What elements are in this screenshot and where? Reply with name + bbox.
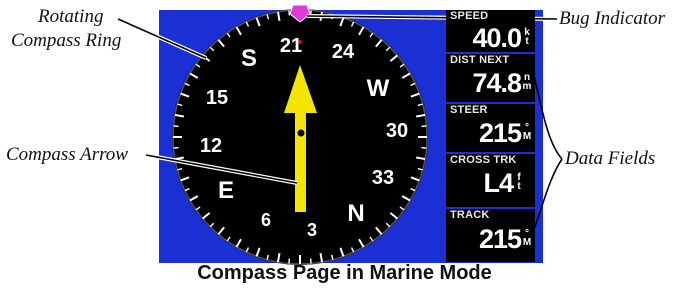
ring-label-30: 30 <box>386 120 408 142</box>
figure: 21 24 W 30 33 N 3 6 E 12 15 S SPEED 40.0… <box>0 0 689 294</box>
callout-rotating-ring-line1: Rotating <box>38 6 104 27</box>
data-field-value: 215 <box>478 224 522 254</box>
data-field-track[interactable]: TRACK 215 ° M <box>446 209 535 262</box>
callout-compass-arrow: Compass Arrow <box>6 144 128 165</box>
ring-label-24: 24 <box>332 41 355 63</box>
data-field-value: 215 <box>478 118 522 148</box>
data-field-label: STEER <box>450 104 488 116</box>
data-field-steer[interactable]: STEER 215 ° M <box>446 104 535 152</box>
data-field-speed[interactable]: SPEED 40.0 kt <box>446 10 535 53</box>
ring-label-33: 33 <box>372 167 394 189</box>
data-field-unit: kt <box>524 27 530 47</box>
ring-label-3: 3 <box>307 220 317 240</box>
ring-label-n: N <box>347 200 364 227</box>
data-field-unit: ft <box>517 172 521 192</box>
callout-rotating-ring-line2: Compass Ring <box>11 30 122 51</box>
data-field-cross-trk[interactable]: CROSS TRK L4 ft <box>446 154 535 207</box>
ring-label-w: W <box>367 75 390 102</box>
data-field-value: L4 <box>483 168 513 198</box>
callout-bug-indicator: Bug Indicator <box>559 8 666 29</box>
compass-center-dot <box>297 129 305 137</box>
ring-label-12: 12 <box>200 135 222 157</box>
data-field-value: 40.0 <box>472 23 522 53</box>
ring-label-15: 15 <box>206 87 228 109</box>
ring-label-21: 21 <box>280 35 302 57</box>
data-field-unit: nm <box>522 72 532 92</box>
data-field-unit: ° M <box>522 228 532 248</box>
data-field-label: CROSS TRK <box>450 154 517 166</box>
ring-label-e: E <box>218 177 234 204</box>
data-field-unit: ° M <box>522 122 532 142</box>
compass-arrow-shaft <box>295 110 306 212</box>
data-field-label: SPEED <box>450 10 489 22</box>
ring-label-6: 6 <box>261 210 271 230</box>
data-field-value: 74.8 <box>472 68 522 98</box>
data-field-dist-next[interactable]: DIST NEXT 74.8 nm <box>446 54 535 102</box>
callout-data-fields: Data Fields <box>565 148 656 169</box>
data-field-label: DIST NEXT <box>450 54 510 66</box>
data-field-label: TRACK <box>450 209 490 221</box>
figure-caption: Compass Page in Marine Mode <box>197 262 492 284</box>
ring-label-s: S <box>241 45 257 72</box>
